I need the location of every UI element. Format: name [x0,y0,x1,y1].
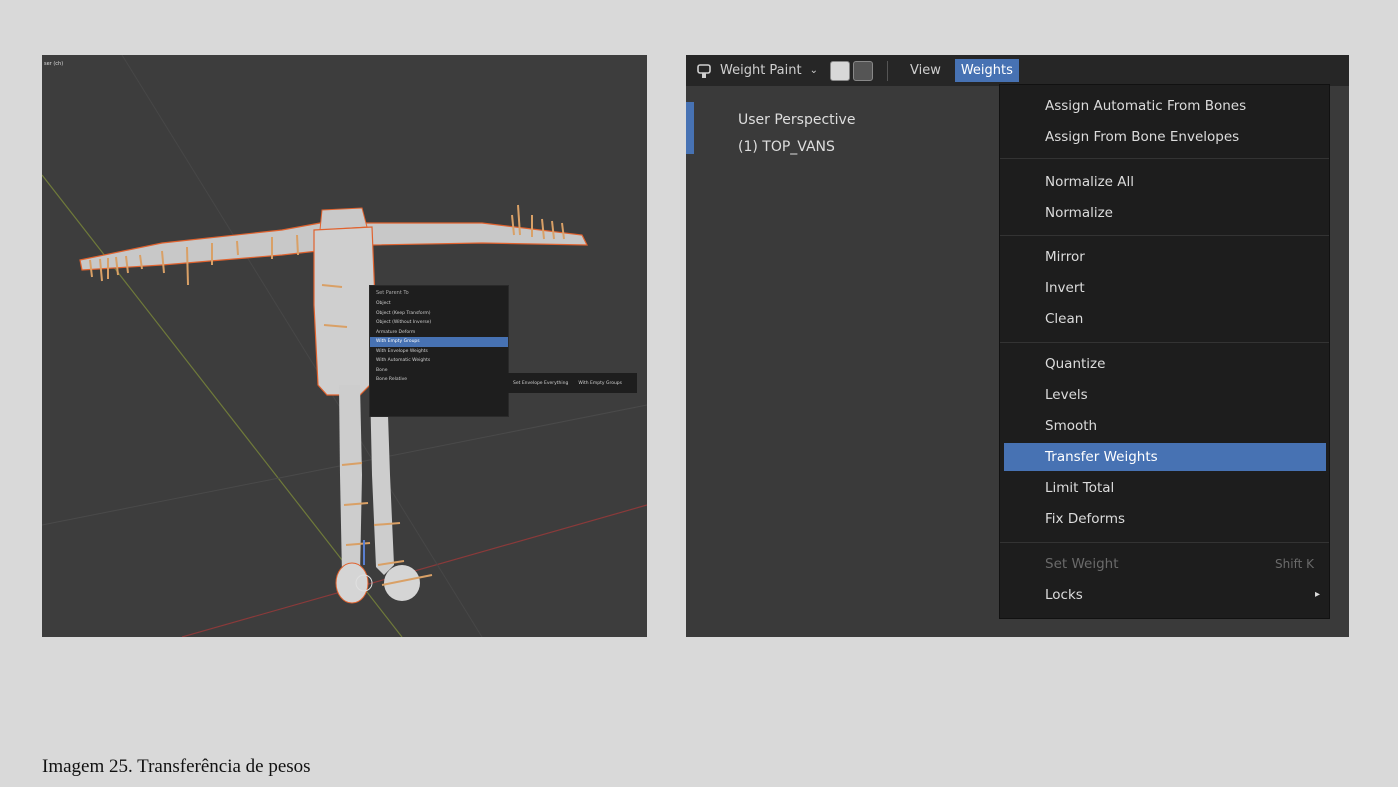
menu-item-smooth[interactable]: Smooth [1004,412,1326,440]
set-parent-object[interactable]: Object [370,299,508,309]
figure-caption: Imagem 25. Transferência de pesos [42,756,311,777]
menu-separator [1000,542,1329,543]
set-parent-with-envelope-weights[interactable]: With Envelope Weights [370,347,508,357]
set-parent-with-automatic-weights[interactable]: With Automatic Weights [370,356,508,366]
menu-item-clean[interactable]: Clean [1004,305,1326,333]
set-parent-object-without-inverse[interactable]: Object (Without Inverse) [370,318,508,328]
submenu-item[interactable]: With Empty Groups [578,381,622,386]
mask-toggles [829,60,873,81]
menu-item-limit-total[interactable]: Limit Total [1004,474,1326,502]
menu-item-locks[interactable]: Locks ▸ [1004,581,1326,609]
viewport-right[interactable]: Weight Paint ⌄ View Weights User Perspec… [686,55,1349,637]
set-parent-menu-title: Set Parent To [376,290,409,296]
set-parent-submenu: Set Envelope Everything With Empty Group… [507,373,637,393]
perspective-label: User Perspective [738,112,856,128]
menu-item-set-weight-label: Set Weight [1045,556,1119,572]
menu-view[interactable]: View [904,59,947,82]
mode-selector[interactable]: Weight Paint [720,63,802,78]
menu-item-mirror[interactable]: Mirror [1004,243,1326,271]
menu-item-normalize-all[interactable]: Normalize All [1004,168,1326,196]
header-divider [886,60,888,81]
object-label: (1) TOP_VANS [738,139,835,155]
menu-item-fix-deforms[interactable]: Fix Deforms [1004,505,1326,533]
set-parent-with-empty-groups[interactable]: With Empty Groups [370,337,508,347]
toolbar-active-indicator [686,102,694,154]
chevron-down-icon[interactable]: ⌄ [810,65,818,76]
weight-paint-icon[interactable] [696,63,712,79]
set-parent-armature-deform[interactable]: Armature Deform [370,328,508,338]
weights-dropdown-menu: Assign Automatic From Bones Assign From … [999,84,1330,619]
triangle-right-icon: ▸ [1314,589,1320,600]
viewport-info: User Perspective (1) TOP_VANS [738,107,855,161]
menu-item-locks-label: Locks [1045,587,1083,603]
set-parent-object-keep-transform[interactable]: Object (Keep Transform) [370,309,508,319]
shortcut-label: Shift K [1275,557,1314,571]
menu-item-normalize[interactable]: Normalize [1004,199,1326,227]
scene-canvas [42,55,647,637]
menu-item-set-weight[interactable]: Set Weight Shift K [1004,550,1326,578]
menu-item-transfer-weights[interactable]: Transfer Weights [1004,443,1326,471]
set-parent-bone-relative[interactable]: Bone Relative [370,375,508,385]
set-parent-bone[interactable]: Bone [370,366,508,376]
set-parent-menu: Set Parent To Object Object (Keep Transf… [369,285,509,417]
menu-separator [1000,235,1329,236]
menu-item-levels[interactable]: Levels [1004,381,1326,409]
face-mask-toggle[interactable] [829,60,850,81]
menu-separator [1000,342,1329,343]
menu-weights[interactable]: Weights [954,59,1019,82]
menu-item-quantize[interactable]: Quantize [1004,350,1326,378]
submenu-item[interactable]: Set Envelope Everything [513,381,568,386]
vertex-mask-toggle[interactable] [852,60,873,81]
viewport-header: Weight Paint ⌄ View Weights [686,55,1349,86]
menu-item-invert[interactable]: Invert [1004,274,1326,302]
menu-item-assign-from-bone-envelopes[interactable]: Assign From Bone Envelopes [1004,123,1326,151]
viewport-left[interactable]: ser (ch) Set Parent To Object Object (Ke… [42,55,647,637]
menu-item-assign-automatic-from-bones[interactable]: Assign Automatic From Bones [1004,92,1326,120]
menu-separator [1000,158,1329,159]
